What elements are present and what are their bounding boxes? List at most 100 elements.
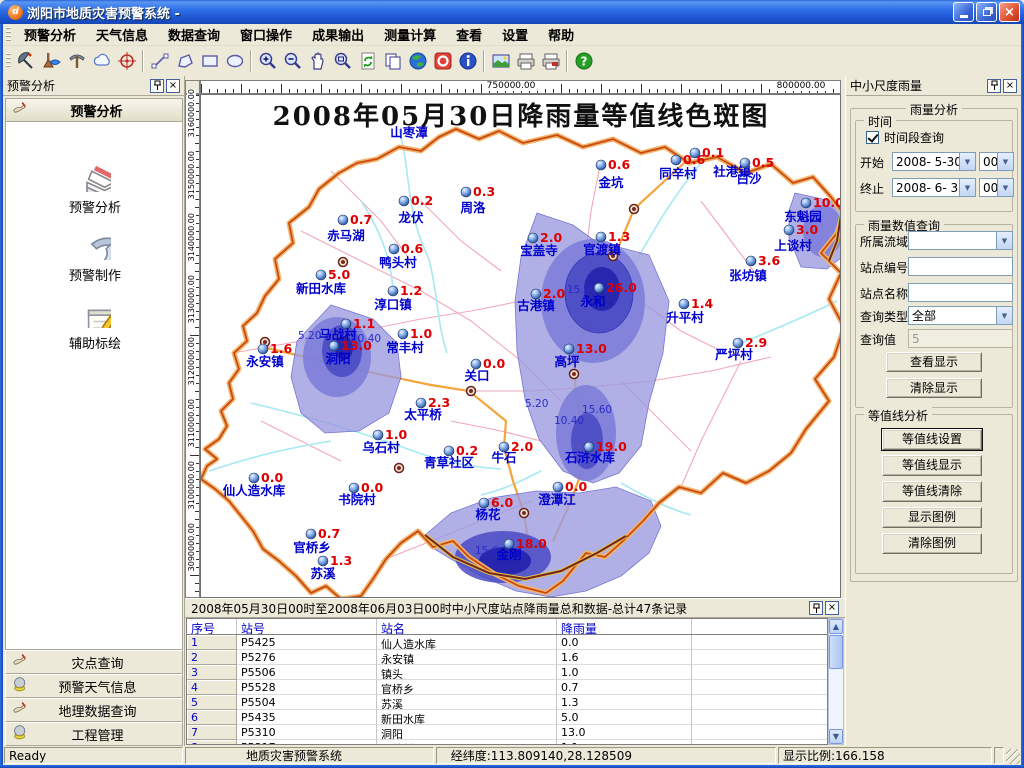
pin-icon[interactable] — [809, 601, 823, 615]
tool-预警制作[interactable]: 预警制作 — [6, 228, 184, 284]
zoom-out-icon[interactable] — [280, 49, 305, 74]
stop-icon[interactable] — [430, 49, 455, 74]
show-display-button[interactable]: 查看显示 — [886, 352, 982, 372]
station-marker[interactable]: 0.5白沙 — [736, 155, 774, 186]
copy-view-icon[interactable] — [380, 49, 405, 74]
start-date-combo[interactable]: 2008- 5-30▼ — [892, 152, 976, 171]
column-header-1[interactable]: 站号 — [237, 619, 377, 634]
station-marker[interactable]: 1.0常丰村 — [386, 326, 432, 355]
cloud-icon[interactable] — [89, 49, 114, 74]
pick-tool-icon[interactable] — [64, 49, 89, 74]
station-marker[interactable]: 0.0仙人造水库 — [223, 470, 286, 498]
menu-item-0[interactable]: 预警分析 — [14, 23, 86, 46]
station-marker[interactable]: 0.3周洛 — [460, 184, 495, 215]
scroll-down-icon[interactable]: ▼ — [829, 729, 843, 744]
chevron-down-icon[interactable]: ▼ — [959, 179, 975, 196]
image-export-icon[interactable] — [488, 49, 513, 74]
station-rainfall-table[interactable]: 序号站号站名降雨量1P5425仙人造水库0.02P5276永安镇1.63P550… — [186, 618, 828, 745]
refresh-icon[interactable] — [355, 49, 380, 74]
resize-grip[interactable] — [1006, 749, 1020, 764]
column-header-0[interactable]: 序号 — [187, 619, 237, 634]
station-marker[interactable]: 2.9严坪村 — [714, 335, 767, 362]
station-marker[interactable]: 1.4升平村 — [666, 296, 713, 325]
pin-icon[interactable] — [150, 79, 164, 93]
sidebar-item-3[interactable]: 工程管理 — [5, 722, 183, 746]
chevron-down-icon[interactable]: ▼ — [996, 307, 1012, 324]
table-row[interactable]: 8P5317马战村1.1 — [187, 740, 827, 745]
close-button[interactable]: × — [999, 2, 1020, 22]
chevron-down-icon[interactable]: ▼ — [997, 179, 1013, 196]
start-hour-combo[interactable]: 00▼ — [979, 152, 1014, 171]
menu-item-4[interactable]: 成果输出 — [302, 23, 374, 46]
station-marker[interactable]: 1.0乌石村 — [362, 427, 407, 455]
target-icon[interactable] — [114, 49, 139, 74]
target-marker[interactable] — [630, 205, 639, 214]
zoom-in-icon[interactable] — [255, 49, 280, 74]
table-row[interactable]: 2P5276永安镇1.6 — [187, 650, 827, 665]
zoom-window-icon[interactable] — [330, 49, 355, 74]
table-row[interactable]: 7P5310洞阳13.0 — [187, 725, 827, 740]
tool-辅助标绘[interactable]: 辅助标绘 — [6, 296, 184, 352]
menu-item-1[interactable]: 天气信息 — [86, 23, 158, 46]
print-icon[interactable] — [513, 49, 538, 74]
menu-item-5[interactable]: 测量计算 — [374, 23, 446, 46]
table-row[interactable]: 3P5506镇头1.0 — [187, 665, 827, 680]
station-marker[interactable]: 0.2青草社区 — [424, 443, 478, 470]
close-icon[interactable]: × — [166, 79, 180, 93]
menu-item-7[interactable]: 设置 — [492, 23, 538, 46]
tool-预警分析[interactable]: 预警分析 — [6, 160, 184, 216]
left-panel-header[interactable]: 预警分析 — [5, 98, 183, 122]
rectangle-tool-icon[interactable] — [197, 49, 222, 74]
map-canvas[interactable]: 5.2010.4015.605.2015.6010.4015.6山枣潭0.1社港… — [200, 94, 841, 598]
query-type-field[interactable]: 全部▼ — [908, 306, 1013, 325]
station-marker[interactable]: 0.0关口 — [464, 356, 505, 383]
warning-radar-icon[interactable] — [14, 49, 39, 74]
contour-button-1[interactable]: 等值线显示 — [882, 455, 982, 476]
menu-item-3[interactable]: 窗口操作 — [230, 23, 302, 46]
survey-tool-icon[interactable] — [39, 49, 64, 74]
station-marker[interactable]: 0.6金坑 — [596, 157, 630, 190]
basin-field[interactable]: ▼ — [908, 231, 1013, 250]
table-row[interactable]: 5P5504苏溪1.3 — [187, 695, 827, 710]
end-hour-combo[interactable]: 00▼ — [979, 178, 1014, 197]
line-tool-icon[interactable] — [147, 49, 172, 74]
chevron-down-icon[interactable]: ▼ — [997, 153, 1013, 170]
station-id-field[interactable] — [908, 257, 1013, 276]
minimize-button[interactable] — [953, 2, 974, 22]
end-date-combo[interactable]: 2008- 6- 3▼ — [892, 178, 976, 197]
station-marker[interactable]: 1.2淳口镇 — [374, 283, 422, 312]
pan-hand-icon[interactable] — [305, 49, 330, 74]
table-scrollbar[interactable]: ▲ ▼ — [828, 618, 844, 745]
scroll-up-icon[interactable]: ▲ — [829, 619, 843, 634]
station-marker[interactable]: 0.6鸭头村 — [379, 241, 423, 270]
table-row[interactable]: 4P5528官桥乡0.7 — [187, 680, 827, 695]
station-marker[interactable]: 0.7官桥乡 — [293, 526, 340, 555]
contour-button-3[interactable]: 显示图例 — [882, 507, 982, 528]
station-marker[interactable]: 2.3太平桥 — [404, 395, 450, 422]
time-range-checkbox[interactable] — [866, 131, 879, 144]
globe-icon[interactable] — [405, 49, 430, 74]
target-marker[interactable] — [339, 258, 348, 267]
query-value-field[interactable]: 5 — [908, 329, 1013, 348]
station-marker[interactable]: 0.7赤马湖 — [327, 212, 372, 243]
close-icon[interactable]: × — [825, 601, 839, 615]
table-row[interactable]: 1P5425仙人造水库0.0 — [187, 635, 827, 650]
pin-icon[interactable] — [987, 79, 1001, 93]
menu-item-8[interactable]: 帮助 — [538, 23, 584, 46]
table-row[interactable]: 6P5435新田水库5.0 — [187, 710, 827, 725]
column-header-3[interactable]: 降雨量 — [557, 619, 692, 634]
print-preview-icon[interactable] — [538, 49, 563, 74]
restore-button[interactable] — [976, 2, 997, 22]
contour-button-4[interactable]: 清除图例 — [882, 533, 982, 554]
target-marker[interactable] — [395, 464, 404, 473]
info-icon[interactable] — [455, 49, 480, 74]
close-icon[interactable]: × — [1003, 79, 1017, 93]
contour-button-0[interactable]: 等值线设置 — [882, 429, 982, 450]
help-icon[interactable]: ? — [571, 49, 596, 74]
station-marker[interactable]: 3.6张坊镇 — [729, 253, 780, 283]
chevron-down-icon[interactable]: ▼ — [996, 232, 1012, 249]
target-marker[interactable] — [570, 370, 579, 379]
station-marker[interactable]: 0.2龙伏 — [397, 193, 433, 225]
clear-display-button[interactable]: 清除显示 — [886, 378, 982, 398]
station-marker[interactable]: 2.0宝盖寺 — [520, 230, 562, 258]
